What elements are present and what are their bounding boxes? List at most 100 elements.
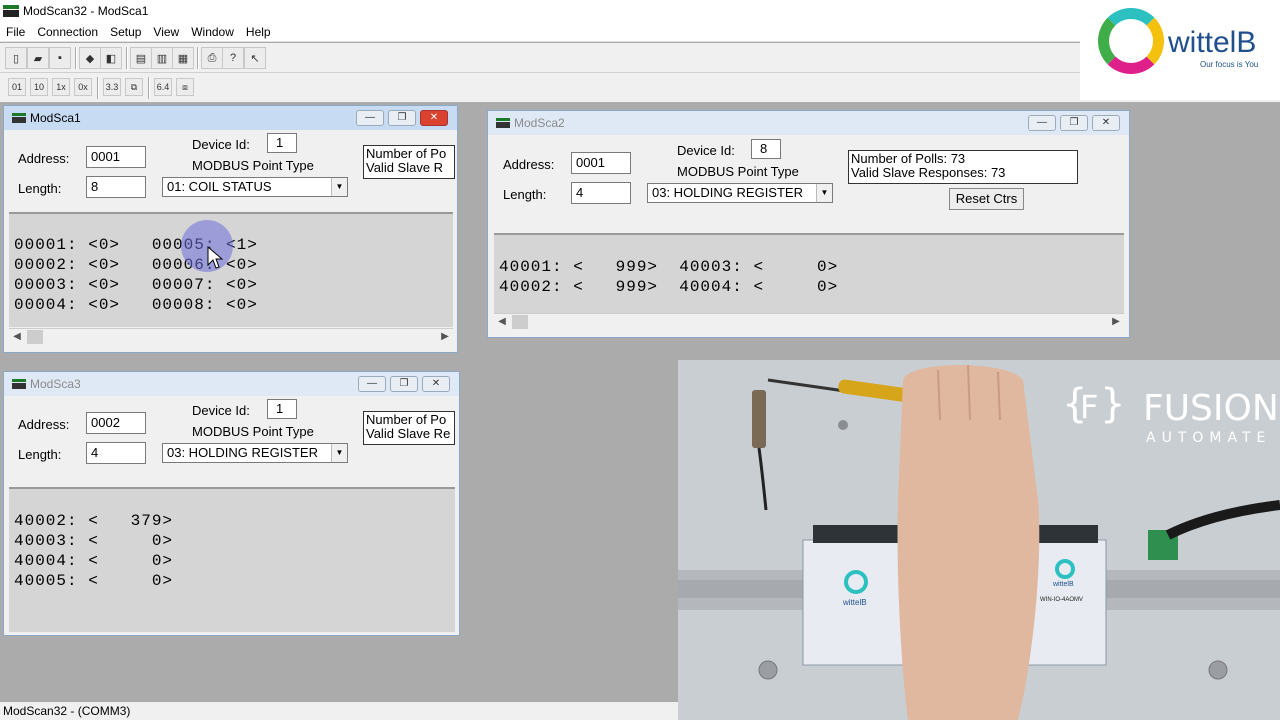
- scroll-left-icon[interactable]: ◀: [9, 329, 25, 345]
- polls-count-text: Number of Polls: 73: [851, 151, 966, 166]
- menu-window[interactable]: Window: [191, 25, 234, 39]
- device-id-input[interactable]: 1: [267, 399, 297, 419]
- modsca1-window: ModSca1 — ❐ ✕ Address: 0001 Length: 8 De…: [3, 105, 458, 353]
- point-type-label: MODBUS Point Type: [192, 158, 314, 173]
- data-row[interactable]: 00003: <0> 00007: <0>: [14, 276, 258, 294]
- length-input[interactable]: 8: [86, 176, 146, 198]
- restore-icon[interactable]: ❐: [390, 376, 418, 392]
- new-file-icon[interactable]: ▯: [5, 47, 27, 69]
- close-icon[interactable]: ✕: [422, 376, 450, 392]
- menu-view[interactable]: View: [153, 25, 179, 39]
- format-hex-icon[interactable]: 0x: [74, 78, 92, 96]
- format-signed-icon[interactable]: 1x: [52, 78, 70, 96]
- print-icon[interactable]: ⎙: [201, 47, 223, 69]
- modsca1-titlebar: ModSca1 — ❐ ✕: [4, 106, 457, 130]
- horizontal-scrollbar[interactable]: ◀ ▶: [9, 328, 453, 345]
- length-input[interactable]: 4: [571, 182, 631, 204]
- point-type-select[interactable]: 03: HOLDING REGISTER ▼: [647, 183, 833, 203]
- data-row[interactable]: 40004: < 0>: [14, 552, 173, 570]
- window-icon: [12, 113, 26, 123]
- format-decimal-icon[interactable]: 10: [30, 78, 48, 96]
- point-type-select[interactable]: 01: COIL STATUS ▼: [162, 177, 348, 197]
- point-type-value: 03: HOLDING REGISTER: [652, 185, 803, 200]
- toolbar-separator: [148, 77, 150, 99]
- point-type-select[interactable]: 03: HOLDING REGISTER ▼: [162, 443, 348, 463]
- menu-file[interactable]: File: [6, 25, 25, 39]
- mouse-pointer-icon: [207, 246, 223, 269]
- format-float-icon[interactable]: 3.3: [103, 78, 121, 96]
- polls-count-text: Number of Po: [366, 146, 447, 161]
- display-alt-icon[interactable]: ▥: [151, 47, 173, 69]
- format-double-icon[interactable]: 6.4: [154, 78, 172, 96]
- point-type-value: 01: COIL STATUS: [167, 179, 272, 194]
- app-root: ModScan32 - ModSca1 — ❐ ✕ File Connectio…: [0, 0, 1280, 720]
- overlay-logo-sub: AUTOMATE: [1146, 430, 1271, 446]
- data-row[interactable]: 40005: < 0>: [14, 572, 173, 590]
- app-title: ModScan32 - ModSca1: [23, 4, 149, 18]
- format-binary-icon[interactable]: 01: [8, 78, 26, 96]
- device-id-input[interactable]: 8: [751, 139, 781, 159]
- context-help-icon[interactable]: ↖: [244, 47, 266, 69]
- disconnect-icon[interactable]: ◧: [100, 47, 122, 69]
- chevron-down-icon[interactable]: ▼: [331, 444, 347, 462]
- overlay-logo-text: FUSION: [1143, 388, 1279, 429]
- connect-icon[interactable]: ◆: [79, 47, 101, 69]
- address-input[interactable]: 0002: [86, 412, 146, 434]
- logo-ring-icon: [1098, 8, 1164, 74]
- length-label: Length:: [18, 181, 62, 196]
- address-input[interactable]: 0001: [86, 146, 146, 168]
- scroll-thumb[interactable]: [512, 315, 528, 329]
- device-id-input[interactable]: 1: [267, 133, 297, 153]
- polls-count-text: Number of Po: [366, 412, 447, 427]
- menu-help[interactable]: Help: [246, 25, 271, 39]
- display-icon[interactable]: ▤: [130, 47, 152, 69]
- data-display: 40001: < 999> 40003: < 0> 40002: < 999> …: [494, 233, 1124, 313]
- poll-stats-box: Number of Po Valid Slave R: [363, 145, 455, 179]
- data-row[interactable]: 40001: < 999> 40003: < 0>: [499, 258, 838, 276]
- help-icon[interactable]: ?: [222, 47, 244, 69]
- address-label: Address:: [18, 151, 70, 166]
- length-label: Length:: [503, 187, 547, 202]
- data-row[interactable]: 40002: < 379>: [14, 512, 173, 530]
- status-text: ModScan32 - (COMM3): [3, 704, 131, 718]
- reset-counters-button[interactable]: Reset Ctrs: [949, 188, 1024, 210]
- window-icon: [496, 118, 510, 128]
- data-row[interactable]: 00004: <0> 00008: <0>: [14, 296, 258, 314]
- minimize-icon[interactable]: —: [358, 376, 386, 392]
- menu-connection[interactable]: Connection: [37, 25, 98, 39]
- data-row[interactable]: 40002: < 999> 40004: < 0>: [499, 278, 838, 296]
- modsca3-titlebar: ModSca3 — ❐ ✕: [4, 372, 459, 396]
- format-swapped-icon[interactable]: ⧉: [125, 78, 143, 96]
- save-icon[interactable]: ▪: [49, 47, 71, 69]
- length-input[interactable]: 4: [86, 442, 146, 464]
- open-folder-icon[interactable]: ▰: [27, 47, 49, 69]
- modsca2-window: ModSca2 — ❐ ✕ Address: 0001 Length: 4 De…: [487, 110, 1130, 338]
- svg-text:F: F: [1080, 388, 1098, 426]
- modsca2-titlebar: ModSca2 — ❐ ✕: [488, 111, 1129, 135]
- close-icon[interactable]: ✕: [1092, 115, 1120, 131]
- restore-icon[interactable]: ❐: [388, 110, 416, 126]
- close-icon[interactable]: ✕: [420, 110, 448, 126]
- scroll-right-icon[interactable]: ▶: [437, 329, 453, 345]
- scroll-thumb[interactable]: [27, 330, 43, 344]
- data-display: 40002: < 379> 40003: < 0> 40004: < 0> 40…: [9, 487, 455, 632]
- scroll-left-icon[interactable]: ◀: [494, 314, 510, 330]
- hardware-photo: wittelB wittelB WIN-IO-4AOMV { F } FUSIO…: [678, 360, 1280, 720]
- chevron-down-icon[interactable]: ▼: [816, 184, 832, 202]
- chevron-down-icon[interactable]: ▼: [331, 178, 347, 196]
- minimize-icon[interactable]: —: [1028, 115, 1056, 131]
- svg-text:WIN-IO-4AOMV: WIN-IO-4AOMV: [1040, 597, 1083, 603]
- hardware-video-overlay: wittelB wittelB WIN-IO-4AOMV { F } FUSIO…: [678, 360, 1280, 720]
- minimize-icon[interactable]: —: [356, 110, 384, 126]
- data-row[interactable]: 40003: < 0>: [14, 532, 173, 550]
- display-view-icon[interactable]: ▦: [172, 47, 194, 69]
- horizontal-scrollbar[interactable]: ◀ ▶: [494, 313, 1124, 330]
- address-input[interactable]: 0001: [571, 152, 631, 174]
- scroll-right-icon[interactable]: ▶: [1108, 314, 1124, 330]
- restore-icon[interactable]: ❐: [1060, 115, 1088, 131]
- valid-responses-text: Valid Slave Responses: 73: [851, 165, 1006, 180]
- format-double-swap-icon[interactable]: ⧈: [176, 78, 194, 96]
- brand-logo: wittelB Our focus is You: [1080, 0, 1280, 100]
- point-type-label: MODBUS Point Type: [677, 164, 799, 179]
- menu-setup[interactable]: Setup: [110, 25, 141, 39]
